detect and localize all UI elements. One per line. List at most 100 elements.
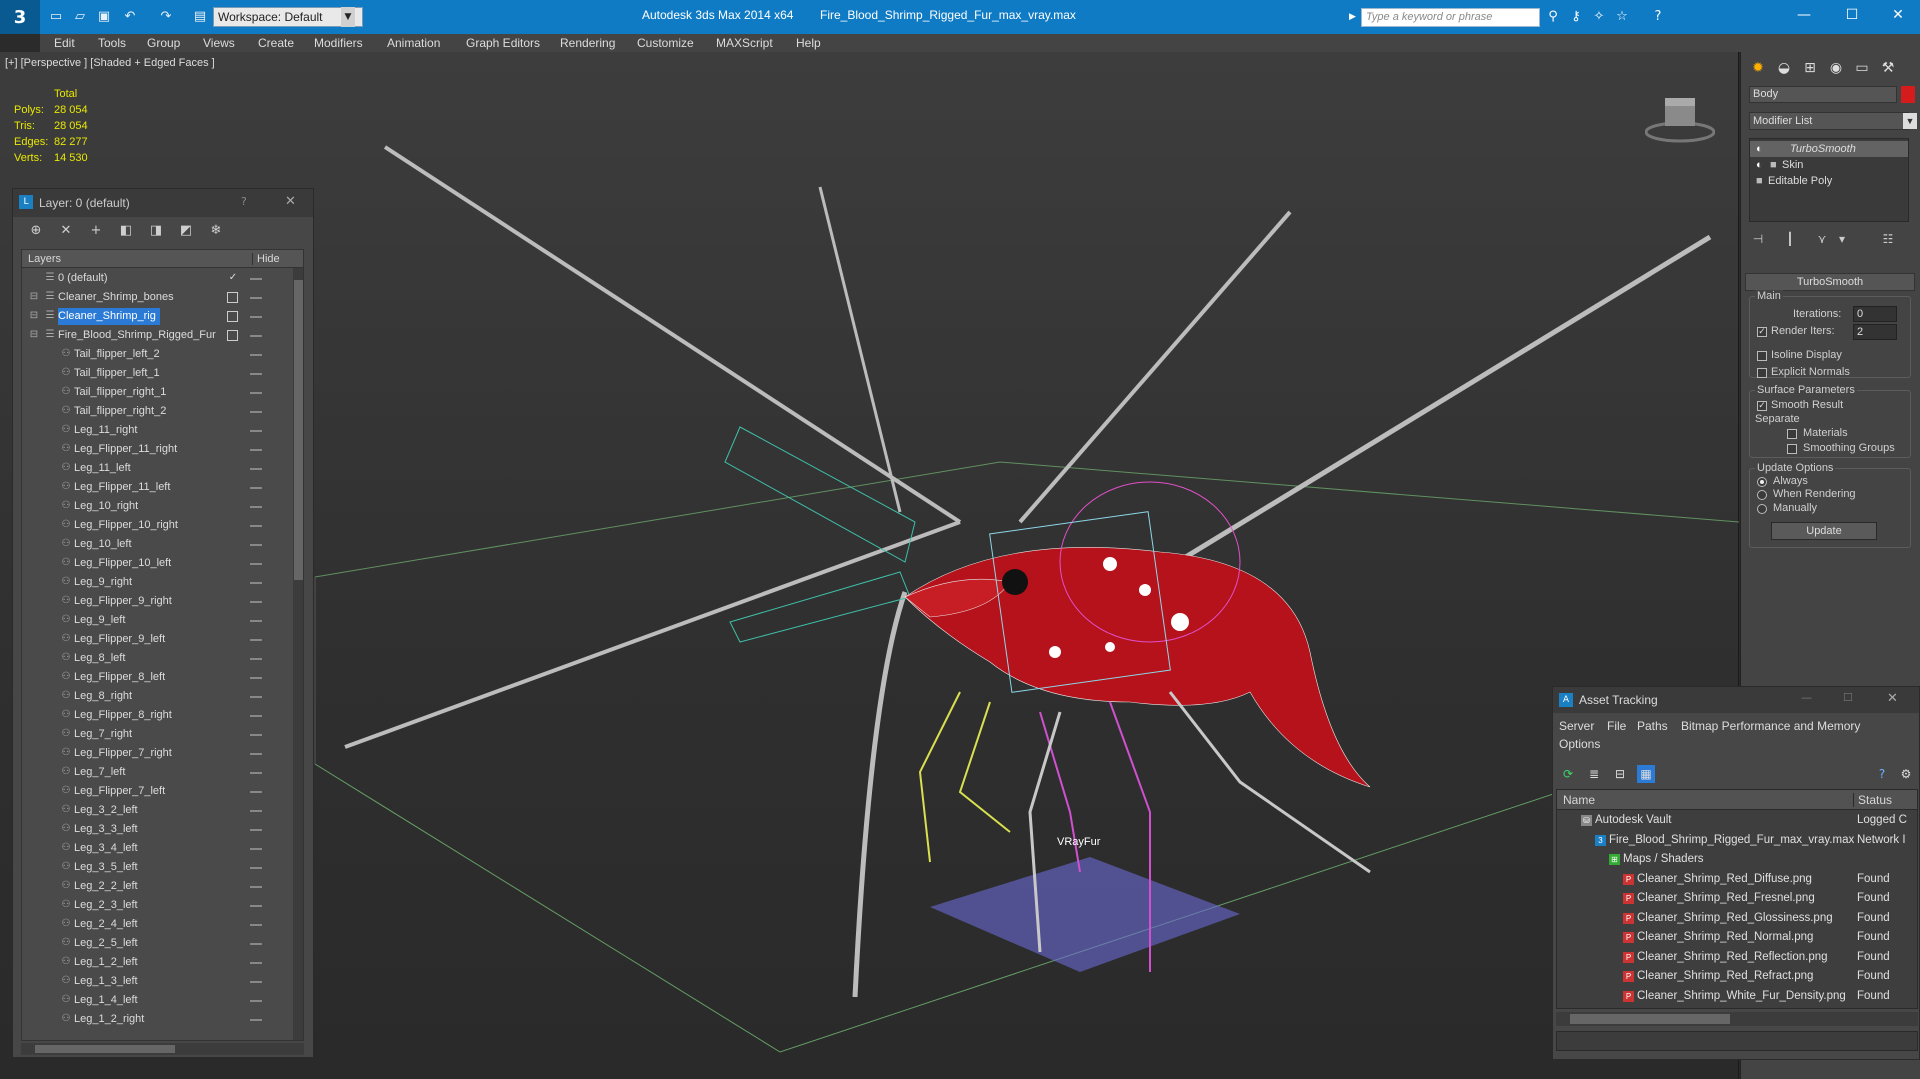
hide-toggle[interactable] — [250, 1000, 262, 1002]
render-iters-checkbox[interactable]: ✓ — [1757, 327, 1767, 337]
menu-edit[interactable]: Edit — [54, 36, 75, 50]
layer-row[interactable]: ⚇ Leg_9_left — [22, 611, 287, 630]
layer-row[interactable]: ⚇ Tail_flipper_left_1 — [22, 364, 287, 383]
object-color-swatch[interactable] — [1901, 86, 1915, 103]
add-to-layer-icon[interactable]: + — [87, 222, 105, 240]
hide-toggle[interactable] — [250, 810, 262, 812]
select-objects-icon[interactable]: ◧ — [117, 222, 135, 240]
menu-server[interactable]: Server — [1559, 719, 1594, 733]
hide-toggle[interactable] — [250, 734, 262, 736]
layer-row[interactable]: ⚇ Leg_Flipper_10_left — [22, 554, 287, 573]
layer-name[interactable]: Leg_3_4_left — [74, 840, 142, 857]
add-layer-icon[interactable]: ⊕ — [27, 222, 45, 240]
when-rendering-radio[interactable] — [1757, 490, 1767, 500]
update-button[interactable]: Update — [1771, 522, 1877, 540]
layer-row[interactable]: ⚇ Leg_3_4_left — [22, 839, 287, 858]
menu-rendering[interactable]: Rendering — [560, 36, 615, 50]
utilities-tab-icon[interactable]: ⚒ — [1877, 58, 1899, 78]
collapse-icon[interactable]: ⊟ — [28, 329, 40, 341]
help-icon[interactable]: ? — [1873, 765, 1891, 783]
viewport-label[interactable]: [+] [Perspective ] [Shaded + Edged Faces… — [5, 57, 215, 69]
layer-name[interactable]: Leg_Flipper_8_left — [74, 669, 169, 686]
layer-row[interactable]: ⚇ Leg_2_2_left — [22, 877, 287, 896]
set-active-box[interactable] — [227, 330, 238, 341]
hide-toggle[interactable] — [250, 829, 262, 831]
layer-name[interactable]: Leg_10_right — [74, 498, 142, 515]
search-expand-icon[interactable]: ▶ — [1349, 12, 1356, 22]
hide-toggle[interactable] — [250, 753, 262, 755]
highlight-layer-icon[interactable]: ◨ — [147, 222, 165, 240]
hide-toggle[interactable] — [250, 544, 262, 546]
layer-row[interactable]: ⚇ Leg_1_2_left — [22, 953, 287, 972]
layer-row[interactable]: ⚇ Leg_2_4_left — [22, 915, 287, 934]
layer-name[interactable]: Leg_Flipper_11_left — [74, 479, 174, 496]
menu-tools[interactable]: Tools — [98, 36, 126, 50]
scroll-thumb[interactable] — [294, 280, 303, 580]
hide-toggle[interactable] — [250, 867, 262, 869]
layer-row[interactable]: ⚇ Leg_7_right — [22, 725, 287, 744]
layer-name[interactable]: Tail_flipper_right_2 — [74, 403, 170, 420]
hide-toggle[interactable] — [250, 791, 262, 793]
scroll-thumb[interactable] — [35, 1045, 175, 1053]
hide-toggle[interactable] — [250, 696, 262, 698]
set-active-box[interactable] — [227, 311, 238, 322]
hide-toggle[interactable] — [250, 582, 262, 584]
asset-row[interactable]: P Cleaner_Shrimp_Red_Normal.png Found — [1557, 928, 1917, 947]
layer-name[interactable]: Leg_8_right — [74, 688, 136, 705]
hide-toggle[interactable] — [250, 658, 262, 660]
layer-row[interactable]: ⊟ ☰ Cleaner_Shrimp_rig — [22, 307, 287, 326]
hide-toggle[interactable] — [250, 772, 262, 774]
menu-customize[interactable]: Customize — [637, 36, 694, 50]
hide-toggle[interactable] — [250, 392, 262, 394]
hide-toggle[interactable] — [250, 506, 262, 508]
layer-name[interactable]: Leg_1_4_left — [74, 992, 142, 1009]
menu-graph-editors[interactable]: Graph Editors — [466, 36, 540, 50]
hide-toggle[interactable] — [250, 278, 262, 280]
show-end-result-icon[interactable]: ┃ — [1781, 230, 1799, 248]
layer-name[interactable]: Leg_2_4_left — [74, 916, 142, 933]
iterations-spinner[interactable]: 0 — [1853, 306, 1897, 322]
layer-row[interactable]: ⚇ Leg_1_4_left — [22, 991, 287, 1010]
asset-horizontal-scrollbar[interactable] — [1556, 1012, 1918, 1026]
always-radio[interactable] — [1757, 477, 1767, 487]
chevron-down-icon[interactable]: ▼ — [1903, 113, 1917, 129]
layer-name[interactable]: Leg_11_right — [74, 422, 141, 439]
modify-tab-icon[interactable]: ◒ — [1773, 58, 1795, 78]
menu-help[interactable]: Help — [796, 36, 821, 50]
hierarchy-tab-icon[interactable]: ⊞ — [1799, 58, 1821, 78]
materials-checkbox[interactable] — [1787, 429, 1797, 439]
layer-row[interactable]: ⚇ Leg_8_right — [22, 687, 287, 706]
settings-icon[interactable]: ⚙ — [1897, 765, 1915, 783]
layer-row[interactable]: ⚇ Tail_flipper_left_2 — [22, 345, 287, 364]
layer-name[interactable]: Leg_1_2_right — [74, 1011, 148, 1028]
layer-row[interactable]: ⚇ Leg_2_5_left — [22, 934, 287, 953]
layer-name[interactable]: Leg_Flipper_9_right — [74, 593, 176, 610]
menu-paths[interactable]: Paths — [1637, 719, 1668, 733]
hide-toggle[interactable] — [250, 335, 262, 337]
table-view-icon[interactable]: ▦ — [1637, 765, 1655, 783]
layer-row[interactable]: ⚇ Leg_Flipper_11_left — [22, 478, 287, 497]
hide-toggle[interactable] — [250, 297, 262, 299]
hide-toggle[interactable] — [250, 981, 262, 983]
pin-stack-icon[interactable]: ⊣ — [1749, 230, 1767, 248]
new-file-icon[interactable]: ▭ — [48, 9, 64, 25]
layer-name[interactable]: Leg_3_5_left — [74, 859, 142, 876]
hide-toggle[interactable] — [250, 563, 262, 565]
smooth-result-checkbox[interactable]: ✓ — [1757, 401, 1767, 411]
isoline-checkbox[interactable] — [1757, 351, 1767, 361]
layer-row[interactable]: ⚇ Tail_flipper_right_2 — [22, 402, 287, 421]
asset-row[interactable]: P Cleaner_Shrimp_Red_Diffuse.png Found — [1557, 870, 1917, 889]
layer-name[interactable]: Leg_10_left — [74, 536, 136, 553]
layer-name[interactable]: Leg_11_left — [74, 460, 135, 477]
layer-row[interactable]: ⚇ Leg_Flipper_8_left — [22, 668, 287, 687]
layer-row[interactable]: ⚇ Leg_Flipper_7_left — [22, 782, 287, 801]
layer-name[interactable]: Leg_9_left — [74, 612, 129, 629]
col-status[interactable]: Status — [1853, 793, 1892, 807]
layer-row[interactable]: ⚇ Leg_7_left — [22, 763, 287, 782]
binoculars-icon[interactable]: ⚲ — [1545, 9, 1561, 25]
project-folder-icon[interactable]: ▤ — [192, 9, 208, 25]
layer-row[interactable]: ⚇ Leg_10_right — [22, 497, 287, 516]
hide-toggle[interactable] — [250, 487, 262, 489]
lightbulb-icon[interactable]: ◐ — [1756, 157, 1763, 173]
minimize-icon[interactable]: — — [1801, 691, 1812, 704]
